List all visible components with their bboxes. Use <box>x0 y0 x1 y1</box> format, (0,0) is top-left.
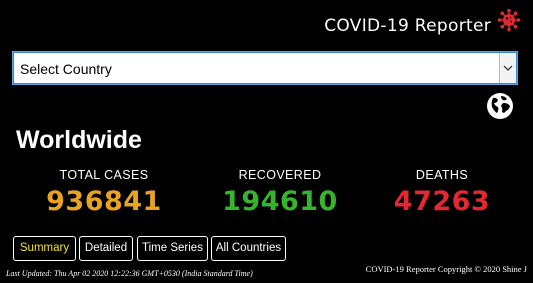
tab-summary[interactable]: Summary <box>13 236 76 261</box>
app-title: COVID-19 Reporter <box>324 16 491 36</box>
globe-icon[interactable] <box>486 92 514 120</box>
recovered-label: RECOVERED <box>238 168 322 182</box>
chevron-down-icon[interactable] <box>499 53 516 83</box>
country-select-value: Select Country <box>20 61 112 77</box>
total-cases-stat: TOTAL CASES 936841 <box>24 168 184 217</box>
region-title: Worldwide <box>16 126 142 154</box>
country-select[interactable]: Select Country <box>13 52 517 84</box>
tab-detailed[interactable]: Detailed <box>79 236 133 261</box>
deaths-stat: DEATHS 47263 <box>362 168 522 217</box>
copyright: COVID-19 Reporter Copyright © 2020 Shine… <box>365 264 527 274</box>
total-cases-label: TOTAL CASES <box>59 168 149 182</box>
deaths-label: DEATHS <box>415 168 469 182</box>
tab-time-series[interactable]: Time Series <box>137 236 208 261</box>
total-cases-value: 936841 <box>46 186 162 217</box>
last-updated: Last Updated: Thu Apr 02 2020 12:22:36 G… <box>6 269 253 278</box>
virus-icon <box>497 8 521 32</box>
deaths-value: 47263 <box>393 186 491 217</box>
recovered-stat: RECOVERED 194610 <box>200 168 360 217</box>
recovered-value: 194610 <box>222 186 338 217</box>
tab-all-countries[interactable]: All Countries <box>211 236 286 261</box>
